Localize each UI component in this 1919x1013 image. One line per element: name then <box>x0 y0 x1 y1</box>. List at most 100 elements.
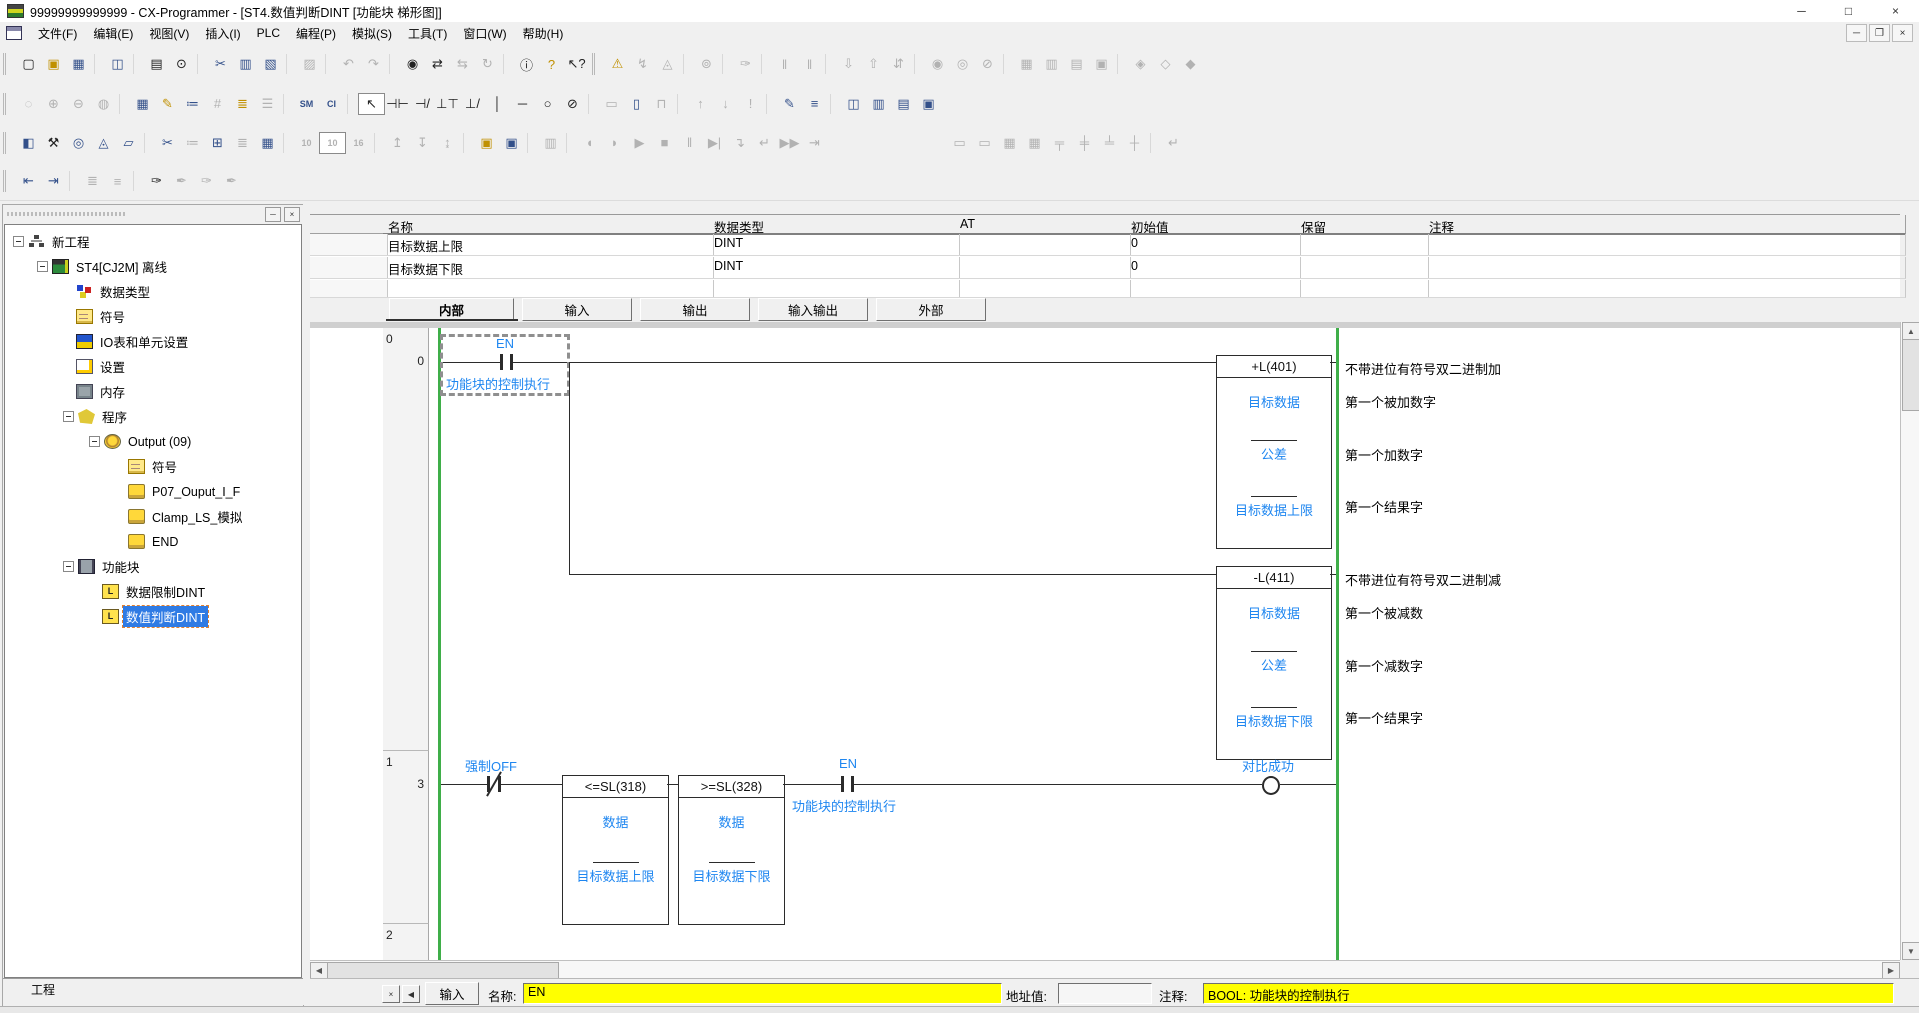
toolbar-grip[interactable] <box>3 132 12 154</box>
horizontal-scrollbar[interactable]: ◀ ▶ <box>310 960 1900 979</box>
variable-section-button[interactable]: 输入 <box>425 982 479 1005</box>
close-button[interactable]: × <box>1872 0 1919 22</box>
force-on-icon[interactable]: ◉ <box>925 53 950 75</box>
signed-decimal-display-icon[interactable]: 10 <box>319 132 346 154</box>
tree-item-programs[interactable]: 程序 <box>5 404 301 429</box>
row-selector[interactable] <box>310 280 388 298</box>
set-value-icon[interactable]: ↥ <box>385 132 410 154</box>
table-cell-empty[interactable] <box>1424 280 1906 298</box>
tree-item-symbols[interactable]: 符号 <box>5 304 301 329</box>
col-header-datatype[interactable]: 数据类型 <box>709 215 960 235</box>
name-field[interactable]: EN <box>523 983 1002 1004</box>
undo-icon[interactable]: ↶ <box>336 53 361 75</box>
run-simulation-icon[interactable]: ▶ <box>627 132 652 154</box>
toolbar-grip[interactable] <box>3 93 12 115</box>
plc-error-log-icon[interactable]: ▣ <box>1089 53 1114 75</box>
step-in-icon[interactable]: ↴ <box>727 132 752 154</box>
change-value-icon[interactable]: ↧ <box>410 132 435 154</box>
collapse-icon[interactable] <box>63 561 74 572</box>
previous-variable-icon[interactable]: ◀ <box>402 985 420 1003</box>
project-tab[interactable]: 工程 <box>11 979 75 1001</box>
online-edit-rungs-icon[interactable]: ◎ <box>66 132 91 154</box>
redo-icon[interactable]: ↷ <box>361 53 386 75</box>
contact-en[interactable]: EN <box>839 756 857 771</box>
mnemonic-list-icon[interactable]: ≣ <box>230 132 255 154</box>
mdi-close-button[interactable]: × <box>1892 24 1913 42</box>
pause-monitor-icon[interactable]: ‖ <box>772 53 797 75</box>
cross-reference-icon[interactable]: ◈ <box>1128 53 1153 75</box>
vertical-bottom-icon[interactable]: ╧ <box>1097 132 1122 154</box>
menu-tools[interactable]: 工具(T) <box>400 22 455 45</box>
list-view-icon[interactable]: ≣ <box>80 170 105 192</box>
workspace-drag-handle[interactable] <box>7 212 127 216</box>
go-to-next-input-icon[interactable]: ✒ <box>219 170 244 192</box>
simulator-hold-icon[interactable]: ◖ <box>577 132 602 154</box>
window-split-icon[interactable]: ◫ <box>841 93 866 115</box>
open-file-icon[interactable]: ▣ <box>41 53 66 75</box>
operand[interactable]: 目标数据 <box>1217 392 1331 411</box>
operand[interactable]: 公差 <box>1217 444 1331 463</box>
menu-window[interactable]: 窗口(W) <box>455 22 514 45</box>
collapse-icon[interactable] <box>63 411 74 422</box>
increase-indent-icon[interactable]: ⇤ <box>16 170 41 192</box>
table-cell-empty[interactable] <box>383 280 714 298</box>
plc-memory-icon[interactable]: ▦ <box>1014 53 1039 75</box>
table-cell[interactable]: DINT <box>709 257 960 279</box>
transfer-to-plc-icon[interactable]: ⇩ <box>836 53 861 75</box>
immediate-refresh-icon[interactable]: ! <box>738 93 763 115</box>
tree-item-memory[interactable]: 内存 <box>5 379 301 404</box>
pause-trigger-icon[interactable]: ‖ <box>797 53 822 75</box>
close-variable-bar-icon[interactable]: × <box>382 985 400 1003</box>
help-icon[interactable]: ? <box>539 53 564 75</box>
tab-in-out[interactable]: 输入输出 <box>758 298 868 321</box>
operand[interactable]: 数据 <box>679 812 784 831</box>
address-field[interactable] <box>1058 983 1152 1004</box>
new-or-contact-icon[interactable]: ⊥⊤ <box>435 93 460 115</box>
scroll-left-icon[interactable]: ◀ <box>310 962 328 979</box>
find-icon[interactable]: ◉ <box>400 53 425 75</box>
tree-item-fb-value-judge[interactable]: L 数值判断DINT <box>5 604 301 629</box>
minimize-button[interactable]: ─ <box>1778 0 1825 22</box>
table-cell[interactable] <box>1296 234 1429 256</box>
toggle-project-workspace-icon[interactable]: ◧ <box>16 132 41 154</box>
work-online-icon[interactable]: ⚠ <box>605 53 630 75</box>
new-file-icon[interactable]: ▢ <box>16 53 41 75</box>
col-header-retain[interactable]: 保留 <box>1296 215 1429 235</box>
zoom-in-icon[interactable]: ⊕ <box>41 93 66 115</box>
find-next-icon[interactable]: ⇆ <box>450 53 475 75</box>
instruction-title[interactable]: +L(401) <box>1217 356 1331 378</box>
find-in-project-icon[interactable]: ◫ <box>105 53 130 75</box>
scan-run-icon[interactable]: ⇥ <box>802 132 827 154</box>
window-arrange-icon[interactable]: ▣ <box>916 93 941 115</box>
go-to-rung-icon[interactable]: ✑ <box>144 170 169 192</box>
table-cell-empty[interactable] <box>709 280 960 298</box>
cut-fb-icon[interactable]: ✂ <box>155 132 180 154</box>
symbols-table-icon[interactable]: ≔ <box>180 132 205 154</box>
selection-marquee[interactable] <box>440 334 570 396</box>
cross-line-icon[interactable]: ┼ <box>1122 132 1147 154</box>
row-selector[interactable] <box>310 257 388 279</box>
menu-file[interactable]: 文件(F) <box>30 22 85 45</box>
table-cell[interactable]: 目标数据上限 <box>383 234 714 256</box>
context-help-icon[interactable]: ↖? <box>564 53 589 75</box>
table-cell[interactable]: 0 <box>1126 234 1301 256</box>
tab-inputs[interactable]: 输入 <box>522 298 632 321</box>
plc-settings-icon[interactable]: ▤ <box>1064 53 1089 75</box>
about-icon[interactable]: ⓘ <box>514 53 539 75</box>
operand[interactable]: 数据 <box>563 812 668 831</box>
hex-display-icon[interactable]: 16 <box>346 132 371 154</box>
table-cell[interactable]: 目标数据下限 <box>383 257 714 279</box>
copy-icon[interactable]: ▥ <box>233 53 258 75</box>
scroll-up-icon[interactable]: ▲ <box>1902 322 1919 340</box>
instruction-title[interactable]: -L(411) <box>1217 567 1331 589</box>
smart-input-icon[interactable]: SM <box>294 93 319 115</box>
workspace-close-icon[interactable]: × <box>284 207 300 222</box>
instruction-block-addl[interactable]: +L(401) 目标数据 公差 目标数据上限 <box>1216 355 1332 549</box>
tab-internal[interactable]: 内部 <box>389 298 514 321</box>
tree-item-io-table[interactable]: IO表和单元设置 <box>5 329 301 354</box>
window-tile-icon[interactable]: ▥ <box>866 93 891 115</box>
zoom-100-icon[interactable]: ◍ <box>91 93 116 115</box>
vertical-scrollbar[interactable]: ▲ ▼ <box>1900 322 1919 960</box>
new-fb-parameter-icon[interactable]: ⊓ <box>649 93 674 115</box>
grid-toggle-icon[interactable]: ▦ <box>130 93 155 115</box>
